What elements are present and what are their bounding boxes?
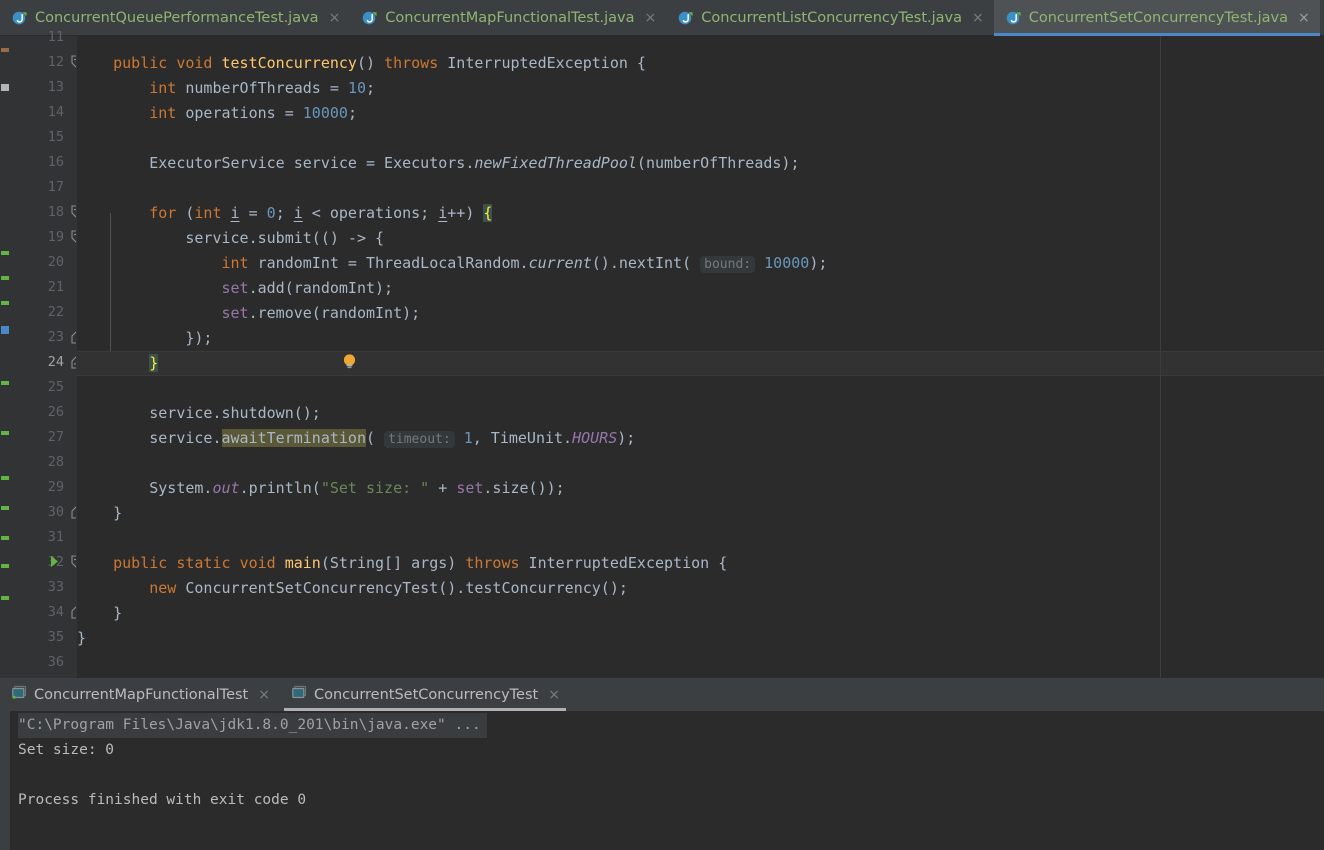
line-number: 30 xyxy=(47,504,64,520)
code-line-18: for (int i = 0; i < operations; i++) { xyxy=(149,204,493,222)
line-number: 11 xyxy=(47,29,64,45)
editor-tab-label: ConcurrentSetConcurrencyTest.java xyxy=(1028,9,1288,26)
close-icon[interactable]: × xyxy=(972,11,984,25)
line-number: 15 xyxy=(47,129,64,145)
right-margin-guide xyxy=(1160,36,1161,678)
console-window-icon xyxy=(292,685,307,704)
close-icon[interactable]: × xyxy=(1298,11,1310,25)
editor-tab-label: ConcurrentListConcurrencyTest.java xyxy=(701,9,963,26)
code-line-13: int numberOfThreads = 10; xyxy=(149,79,376,97)
run-main-gutter-icon[interactable] xyxy=(48,550,61,575)
line-number: 35 xyxy=(47,629,64,645)
change-marker xyxy=(1,48,9,52)
code-line-32: public static void main(String[] args) t… xyxy=(113,554,728,572)
editor-tab-concurrentsetconcurrencytest[interactable]: ConcurrentSetConcurrencyTest.java × xyxy=(993,0,1320,36)
line-number: 12 xyxy=(47,54,64,70)
code-line-26: service.shutdown(); xyxy=(77,404,321,422)
java-class-run-icon xyxy=(362,10,378,26)
line-number: 13 xyxy=(47,79,64,95)
console-tab-concurrentmapfunctionaltest[interactable]: ConcurrentMapFunctionalTest × xyxy=(0,678,280,711)
console-tab-bar: ConcurrentMapFunctionalTest × Concurrent… xyxy=(0,678,1324,711)
change-marker xyxy=(1,506,9,510)
line-number: 31 xyxy=(47,529,64,545)
line-number: 33 xyxy=(47,579,64,595)
caret-line-highlight xyxy=(77,351,1324,376)
line-number: 26 xyxy=(47,404,64,420)
code-editor[interactable]: public void testConcurrency() throws Int… xyxy=(77,36,1324,678)
change-marker xyxy=(1,476,9,480)
editor-tab-label: ConcurrentMapFunctionalTest.java xyxy=(385,9,635,26)
code-line-29: System.out.println("Set size: " + set.si… xyxy=(77,479,565,497)
change-marker xyxy=(1,536,9,540)
code-line-24: } xyxy=(149,354,159,372)
close-icon[interactable]: × xyxy=(258,687,270,703)
change-marker xyxy=(1,276,9,280)
line-number-current: 24 xyxy=(47,354,64,370)
change-marker xyxy=(1,84,9,91)
code-line-16: ExecutorService service = Executors.newF… xyxy=(77,154,800,172)
java-class-run-icon xyxy=(678,10,694,26)
console-output-line: Set size: 0 xyxy=(18,742,115,758)
line-number: 34 xyxy=(47,604,64,620)
console-command-line: "C:\Program Files\Java\jdk1.8.0_201\bin\… xyxy=(18,713,487,738)
change-marker xyxy=(1,251,9,255)
line-number: 27 xyxy=(47,429,64,445)
code-line-27: service.awaitTermination( timeout: 1, Ti… xyxy=(77,429,636,448)
line-number: 22 xyxy=(47,304,64,320)
close-icon[interactable]: × xyxy=(329,11,341,25)
editor-gutter[interactable]: 11 12 13 14 15 16 17 18 19 20 21 22 23 2… xyxy=(10,29,82,678)
line-number: 29 xyxy=(47,479,64,495)
console-window-icon xyxy=(12,685,27,704)
code-line-22: set.remove(randomInt); xyxy=(221,304,421,322)
editor-tab-bar: ConcurrentQueuePerformanceTest.java × Co… xyxy=(0,0,1324,36)
console-tab-concurrentsetconcurrencytest[interactable]: ConcurrentSetConcurrencyTest × xyxy=(280,678,570,711)
change-marker xyxy=(1,564,9,568)
change-marker xyxy=(1,596,9,600)
code-line-35: } xyxy=(77,629,87,647)
editor-tab-label: ConcurrentQueuePerformanceTest.java xyxy=(35,9,319,26)
code-line-21: set.add(randomInt); xyxy=(221,279,394,297)
run-tool-window: ConcurrentMapFunctionalTest × Concurrent… xyxy=(0,678,1324,850)
code-line-23: }); xyxy=(77,329,213,347)
code-line-33: new ConcurrentSetConcurrencyTest().testC… xyxy=(149,579,628,597)
line-number: 28 xyxy=(47,454,64,470)
change-marker xyxy=(1,381,9,385)
line-number: 36 xyxy=(47,654,64,670)
vcs-change-marker-strip[interactable] xyxy=(0,36,10,678)
java-class-run-icon xyxy=(1006,10,1022,26)
code-line-20: int randomInt = ThreadLocalRandom.curren… xyxy=(221,254,828,273)
line-number: 14 xyxy=(47,104,64,120)
code-line-14: int operations = 10000; xyxy=(149,104,357,122)
line-number: 25 xyxy=(47,379,64,395)
change-marker xyxy=(1,301,9,305)
caret-position-marker xyxy=(1,326,9,334)
code-line-19: service.submit(() -> { xyxy=(77,229,385,247)
editor-tab-concurrentmapfunctionaltest[interactable]: ConcurrentMapFunctionalTest.java × xyxy=(350,0,667,35)
line-number: 17 xyxy=(47,179,64,195)
close-icon[interactable]: × xyxy=(548,687,560,703)
console-output-line: Process finished with exit code 0 xyxy=(18,792,307,808)
line-number: 21 xyxy=(47,279,64,295)
close-icon[interactable]: × xyxy=(645,11,657,25)
line-number: 20 xyxy=(47,254,64,270)
code-line-30: } xyxy=(77,504,123,522)
code-line-12: public void testConcurrency() throws Int… xyxy=(113,54,646,72)
editor-tab-concurrentlistconcurrencytest[interactable]: ConcurrentListConcurrencyTest.java × xyxy=(666,0,994,35)
console-tab-label: ConcurrentSetConcurrencyTest xyxy=(313,686,539,703)
line-number: 19 xyxy=(47,229,64,245)
line-number: 23 xyxy=(47,329,64,345)
change-marker xyxy=(1,431,9,435)
console-output[interactable]: "C:\Program Files\Java\jdk1.8.0_201\bin\… xyxy=(10,711,1324,850)
console-tab-label: ConcurrentMapFunctionalTest xyxy=(34,686,249,703)
intention-action-lightbulb[interactable] xyxy=(342,353,357,371)
code-line-34: } xyxy=(77,604,123,622)
java-class-run-icon xyxy=(12,10,28,26)
line-number: 18 xyxy=(47,204,64,220)
line-number: 16 xyxy=(47,154,64,170)
